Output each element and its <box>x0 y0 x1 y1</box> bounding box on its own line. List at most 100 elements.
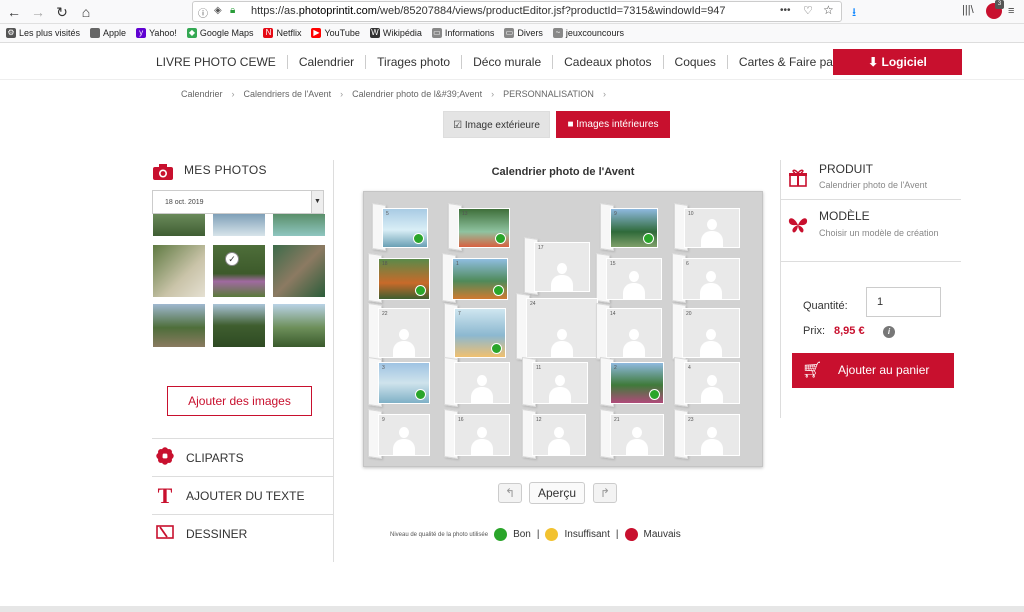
nav-item-4[interactable]: Cadeaux photos <box>553 55 664 69</box>
url-prefix: https://as. <box>251 5 299 17</box>
bookmark-5[interactable]: ▶ YouTube <box>311 28 360 38</box>
calendar-door[interactable]: 9 <box>610 208 658 248</box>
bookmark-9[interactable]: ~ jeuxcouncours <box>552 28 624 38</box>
photo-thumbnail[interactable] <box>273 304 325 347</box>
calendar-door[interactable]: 17 <box>534 242 590 292</box>
butterfly-icon <box>788 216 808 234</box>
bookmark-3[interactable]: ◆ Google Maps <box>186 28 253 38</box>
tab-interior-images[interactable]: ■ Images intérieures <box>556 111 670 138</box>
nav-item-1[interactable]: Calendrier <box>288 55 367 69</box>
info-icon[interactable]: ⓘ <box>198 5 208 20</box>
calendar-door[interactable]: 10 <box>684 208 740 248</box>
library-icon[interactable]: |||\ <box>962 4 974 16</box>
person-placeholder-icon <box>623 271 645 299</box>
quality-good-icon <box>643 233 654 244</box>
modele-title[interactable]: MODÈLE <box>819 209 870 223</box>
calendar-door[interactable]: 16 <box>454 414 510 456</box>
calendar-door[interactable]: 3 <box>378 362 430 404</box>
breadcrumb-item[interactable]: Calendrier <box>181 89 223 99</box>
draw-tool[interactable]: DESSINER <box>152 514 333 552</box>
forward-button[interactable]: → <box>28 2 48 22</box>
download-icon[interactable]: ⭳ <box>852 3 856 24</box>
shield-icon[interactable]: ◈ <box>214 5 222 16</box>
check-icon: ✓ <box>225 252 239 266</box>
bookmark-4[interactable]: N Netflix <box>263 28 301 38</box>
quantity-input[interactable]: 1 <box>866 287 941 317</box>
calendar-door[interactable]: 9 <box>378 414 430 456</box>
download-icon: ⬇︎ <box>868 55 882 69</box>
photo-thumbnail[interactable] <box>213 245 265 297</box>
breadcrumb-item[interactable]: PERSONNALISATION <box>503 89 594 99</box>
add-to-cart-button[interactable]: 🛒︎ Ajouter au panier <box>792 353 954 388</box>
calendar-door[interactable]: 14 <box>606 308 662 358</box>
tab-exterior-image[interactable]: ☑ Image extérieure <box>443 111 550 138</box>
add-to-cart-label: Ajouter au panier <box>838 363 930 377</box>
bookmark-6[interactable]: W Wikipédia <box>369 28 422 38</box>
calendar-door[interactable]: 2 <box>610 362 664 404</box>
photo-thumbnail[interactable] <box>153 214 205 236</box>
calendar-door[interactable]: 1 <box>452 258 508 300</box>
apple-icon <box>90 28 101 38</box>
folder-icon: ▭ <box>504 28 515 38</box>
logiciel-button[interactable]: ⬇︎ Logiciel <box>833 49 962 75</box>
calendar-door[interactable]: 11 <box>532 362 588 404</box>
chevron-down-icon[interactable]: ▼ <box>311 191 323 213</box>
nav-item-3[interactable]: Déco murale <box>462 55 554 69</box>
calendar-door[interactable]: 22 <box>378 308 430 358</box>
photo-thumbnail[interactable] <box>213 214 265 236</box>
photo-thumbnail[interactable] <box>273 214 325 236</box>
photo-thumbnail[interactable] <box>273 245 325 297</box>
calendar-door[interactable]: 20 <box>682 308 740 358</box>
back-button[interactable]: ← <box>4 2 24 22</box>
calendar-door[interactable]: 15 <box>606 258 662 300</box>
undo-button[interactable]: ↰ <box>498 483 522 503</box>
calendar-door[interactable]: 23 <box>684 414 740 456</box>
add-text-tool[interactable]: T AJOUTER DU TEXTE <box>152 476 333 514</box>
bookmark-8[interactable]: ▭ Divers <box>504 28 543 38</box>
bookmark-1[interactable]: Apple <box>90 28 126 38</box>
page-actions-menu[interactable]: ••• <box>780 5 791 16</box>
reload-button[interactable]: ↻ <box>52 2 72 22</box>
preview-button[interactable]: Aperçu <box>529 482 585 504</box>
address-bar[interactable]: https://as.photoprintit.com/web/85207884… <box>192 1 842 22</box>
modele-subtitle[interactable]: Choisir un modèle de création <box>819 227 939 240</box>
add-images-button[interactable]: Ajouter des images <box>167 386 312 416</box>
pocket-icon[interactable]: ♡ <box>803 4 813 17</box>
bookmark-0[interactable]: ⚙ Les plus visités <box>6 28 80 38</box>
star-icon[interactable]: ☆ <box>823 3 834 17</box>
nav-item-2[interactable]: Tirages photo <box>366 55 463 69</box>
calendar-door[interactable]: 12 <box>532 414 586 456</box>
calendar-door[interactable]: 7 <box>454 308 506 358</box>
nav-item-0[interactable]: LIVRE PHOTO CEWE <box>145 55 288 69</box>
photo-thumbnail[interactable] <box>153 245 205 297</box>
calendar-door[interactable]: 4 <box>684 362 740 404</box>
calendar-door[interactable] <box>454 362 510 404</box>
door-number: 11 <box>536 365 542 371</box>
calendar-door[interactable]: 18 <box>378 258 430 300</box>
photo-thumbnail[interactable] <box>213 304 265 347</box>
redo-button[interactable]: ↱ <box>593 483 617 503</box>
hamburger-menu-icon[interactable]: ≡ <box>1008 5 1014 17</box>
door-number: 4 <box>688 365 691 371</box>
netflix-icon: N <box>263 28 274 38</box>
home-button[interactable]: ⌂ <box>76 2 96 22</box>
breadcrumb-item[interactable]: Calendrier photo de l&#39;Avent <box>352 89 482 99</box>
calendar-door[interactable]: 24 <box>526 298 598 358</box>
info-icon[interactable]: i <box>883 326 895 338</box>
calendar-door[interactable]: 13 <box>458 208 510 248</box>
breadcrumb-item[interactable]: Calendriers de l'Avent <box>244 89 332 99</box>
door-number: 15 <box>610 261 616 267</box>
gift-icon <box>788 168 808 188</box>
door-number: 24 <box>530 301 536 307</box>
date-filter-select[interactable]: 18 oct. 2019 <box>152 190 324 214</box>
calendar-door[interactable]: 5 <box>382 208 428 248</box>
flower-icon <box>156 447 174 468</box>
cliparts-tool[interactable]: CLIPARTS <box>152 438 333 476</box>
photo-thumbnail[interactable] <box>153 304 205 347</box>
nav-item-5[interactable]: Coques <box>664 55 728 69</box>
bookmark-2[interactable]: y Yahoo! <box>136 28 177 38</box>
calendar-door[interactable]: 21 <box>610 414 664 456</box>
checkbox-icon: ☑ <box>453 120 465 131</box>
calendar-door[interactable]: 6 <box>682 258 740 300</box>
bookmark-7[interactable]: ▭ Informations <box>431 28 494 38</box>
